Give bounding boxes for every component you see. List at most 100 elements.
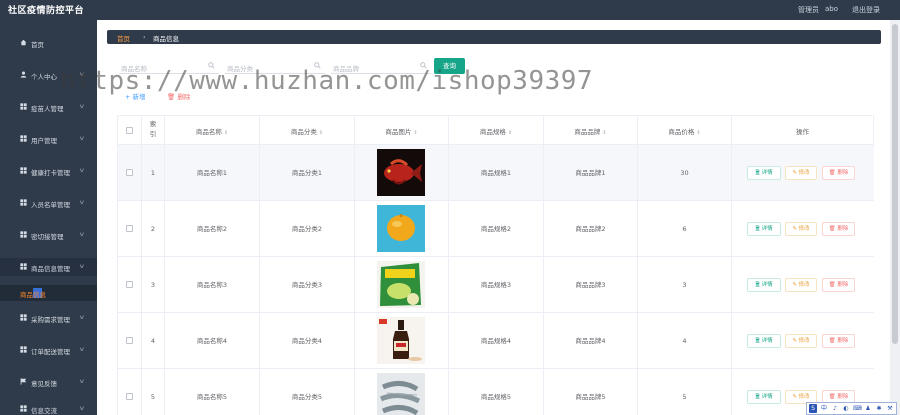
delete-button[interactable]: 🗑 删除: [822, 334, 855, 348]
cell-index: 1: [142, 145, 165, 201]
breadcrumb-home[interactable]: 首页: [117, 33, 130, 43]
sidebar-item-2[interactable]: 疫苗人管理 v: [0, 98, 97, 116]
product-image: [377, 261, 425, 308]
cell-price: 3: [638, 257, 732, 313]
sidebar-item-label: 商品信息管理: [31, 265, 70, 273]
delete-button-label: 删除: [837, 282, 849, 288]
cell-index: 3: [142, 257, 165, 313]
sort-icon[interactable]: ⇕: [413, 130, 417, 136]
select-all-checkbox[interactable]: [126, 127, 133, 134]
detail-button-label: 详情: [761, 282, 773, 288]
detail-button[interactable]: 🗎 详情: [747, 390, 781, 404]
detail-button[interactable]: 🗎 详情: [747, 278, 781, 292]
delete-button[interactable]: 🗑 删除: [822, 222, 855, 236]
sidebar-item-11[interactable]: 信息交流 v: [0, 400, 97, 415]
sidebar-item-0[interactable]: 首页: [0, 34, 97, 52]
delete-button-label: 删除: [837, 170, 849, 176]
ime-tool-icon[interactable]: ✱: [875, 404, 883, 413]
sidebar-item-8[interactable]: 采购需求管理 v: [0, 309, 97, 327]
delete-button-label: 删除: [837, 226, 849, 232]
edit-button[interactable]: ✎ 修改: [785, 222, 817, 236]
chevron-down-icon: v: [79, 103, 85, 110]
page-scrollbar[interactable]: [890, 20, 900, 415]
header-cell: 索引: [142, 116, 165, 145]
row-checkbox[interactable]: [126, 225, 133, 232]
header-label: 操作: [796, 128, 809, 136]
cell-price: 4: [638, 313, 732, 369]
row-select-cell: [118, 145, 142, 201]
sidebar-item-10[interactable]: 意见反馈 v: [0, 373, 97, 391]
grid-icon: [20, 314, 27, 321]
breadcrumb-current: 商品信息: [153, 35, 179, 43]
sidebar-item-4[interactable]: 健康打卡管理 v: [0, 162, 97, 180]
header-label: 商品分类: [290, 128, 317, 136]
product-image-cell: [355, 201, 449, 257]
table-header: 索引 商品名称 ⇕ 商品分类 ⇕ 商品图片 ⇕ 商品规格 ⇕ 商品品牌 ⇕ 商品价格 ⇕ 操作: [118, 116, 874, 145]
header-cell[interactable]: 商品分类 ⇕: [260, 116, 355, 145]
ime-logo-icon[interactable]: S: [809, 404, 817, 413]
cell-price: 6: [638, 201, 732, 257]
chevron-down-icon: v: [79, 199, 85, 206]
sort-icon[interactable]: ⇕: [696, 130, 700, 136]
row-actions-cell: 🗎 详情 ✎ 修改 🗑 删除: [732, 201, 874, 257]
edit-button[interactable]: ✎ 修改: [785, 334, 817, 348]
sort-icon[interactable]: ⇕: [319, 130, 323, 136]
detail-button-label: 详情: [761, 338, 773, 344]
edit-button[interactable]: ✎ 修改: [785, 166, 817, 180]
detail-button[interactable]: 🗎 详情: [747, 334, 781, 348]
cell-name: 商品名称4: [165, 313, 260, 369]
sidebar-item-5[interactable]: 入员名单管理 v: [0, 194, 97, 212]
sidebar-item-label: 订单配送管理: [31, 348, 70, 356]
header-cell[interactable]: 商品名称 ⇕: [165, 116, 260, 145]
edit-button[interactable]: ✎ 修改: [785, 278, 817, 292]
scrollbar-thumb[interactable]: [892, 24, 898, 344]
header-cell[interactable]: 商品规格 ⇕: [449, 116, 544, 145]
ime-tool-icon[interactable]: ♟: [864, 404, 872, 413]
cell-price: 30: [638, 145, 732, 201]
ime-tool-icon[interactable]: ⌨: [853, 404, 862, 413]
ime-tool-icon[interactable]: ◐: [842, 404, 850, 413]
cell-name: 商品名称1: [165, 145, 260, 201]
header-label: 商品规格: [479, 128, 506, 136]
cell-name: 商品名称2: [165, 201, 260, 257]
cell-spec: 商品规格2: [449, 201, 544, 257]
sidebar-item-6[interactable]: 密切接管理 v: [0, 226, 97, 244]
home-icon: [20, 39, 27, 46]
sidebar-item-3[interactable]: 用户管理 v: [0, 130, 97, 148]
header-label: 索引: [149, 120, 157, 138]
cell-spec: 商品规格3: [449, 257, 544, 313]
delete-button[interactable]: 🗑 删除: [822, 278, 855, 292]
ime-tool-icon[interactable]: ⚒: [886, 404, 894, 413]
cell-category: 商品分类3: [260, 257, 355, 313]
table-row: 1 商品名称1 商品分类1 商品规格1 商品品牌1 30 🗎 详情 ✎ 修改 🗑 删除: [118, 145, 874, 201]
sidebar-item-label: 采购需求管理: [31, 316, 70, 324]
detail-button[interactable]: 🗎 详情: [747, 222, 781, 236]
sort-icon[interactable]: ⇕: [508, 130, 512, 136]
sidebar-item-7[interactable]: 商品信息管理 v: [0, 258, 97, 276]
logout-link[interactable]: 退出登录: [852, 5, 880, 15]
product-image-cell: [355, 145, 449, 201]
row-checkbox[interactable]: [126, 337, 133, 344]
detail-button[interactable]: 🗎 详情: [747, 166, 781, 180]
header-label: 商品名称: [195, 128, 222, 136]
sort-icon[interactable]: ⇕: [602, 130, 606, 136]
delete-button[interactable]: 🗑 删除: [822, 166, 855, 180]
ime-tool-icon[interactable]: 中: [820, 404, 828, 413]
header-cell[interactable]: 商品图片 ⇕: [355, 116, 449, 145]
sidebar-subitem-label: 商品信息: [20, 291, 46, 299]
grid-icon: [20, 263, 27, 270]
row-checkbox[interactable]: [126, 169, 133, 176]
sidebar-subitem-products[interactable]: 商品信息: [0, 285, 97, 301]
cell-brand: 商品品牌5: [544, 369, 638, 415]
header-label: 商品图片: [385, 128, 412, 136]
sidebar-item-label: 首页: [31, 41, 44, 49]
sort-icon[interactable]: ⇕: [224, 130, 228, 136]
row-checkbox[interactable]: [126, 281, 133, 288]
header-cell[interactable]: 商品品牌 ⇕: [544, 116, 638, 145]
row-checkbox[interactable]: [126, 393, 133, 400]
ime-tool-icon[interactable]: ♪: [831, 404, 839, 413]
cell-category: 商品分类5: [260, 369, 355, 415]
header-cell[interactable]: 商品价格 ⇕: [638, 116, 732, 145]
sidebar-item-9[interactable]: 订单配送管理 v: [0, 341, 97, 359]
edit-button-label: 修改: [798, 338, 810, 344]
